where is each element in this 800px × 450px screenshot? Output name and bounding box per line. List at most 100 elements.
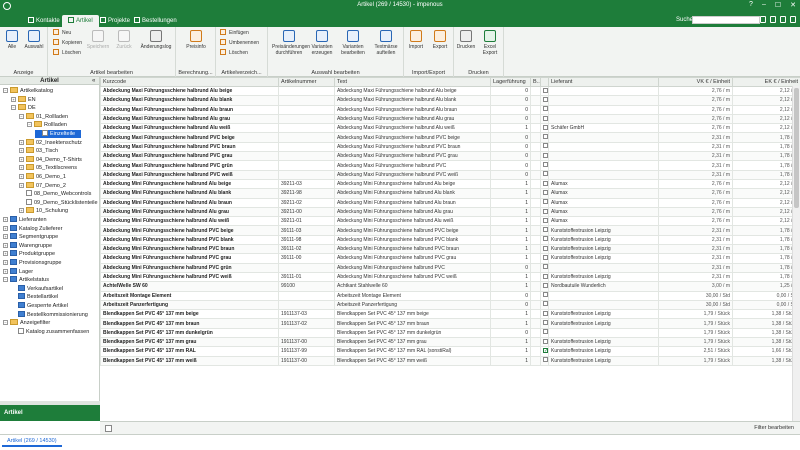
table-row[interactable]: Abdeckung Maxi Führungsschiene halbrund …	[100, 95, 800, 106]
collapse-panel-icon[interactable]: «	[92, 77, 95, 85]
row-checkbox[interactable]	[543, 152, 548, 158]
tree-node[interactable]: − Anzeigefilter	[3, 319, 50, 327]
speichern-button[interactable]: Speichern	[84, 30, 112, 50]
table-row[interactable]: Abdeckung Mini Führungsschiene halbrund …	[100, 178, 800, 190]
mail-icon[interactable]	[780, 16, 786, 23]
expand-icon[interactable]: +	[3, 234, 8, 240]
table-row[interactable]: Abdeckung Mini Führungsschiene halbrund …	[100, 225, 800, 236]
tree-node[interactable]: Bestellkommissionierung	[11, 310, 88, 319]
table-row[interactable]: Abdeckung Maxi Führungsschiene halbrund …	[100, 104, 800, 115]
tree-node[interactable]: Verkaufsartikel	[11, 284, 63, 293]
row-checkbox[interactable]	[543, 348, 548, 354]
minimize-button[interactable]: –	[762, 1, 766, 9]
row-checkbox[interactable]	[543, 329, 548, 335]
tree-node[interactable]: +06_Demo_1	[19, 173, 66, 181]
close-button[interactable]: ✕	[790, 1, 796, 9]
tab-bestellungen[interactable]: Bestellungen	[128, 15, 183, 27]
table-row[interactable]: Blendkappen Set PVC 45° 137 mm RAL 191113…	[100, 346, 800, 357]
tree-node[interactable]: + Provisionsgruppe	[3, 259, 62, 267]
loeschen-button[interactable]: Löschen	[53, 49, 81, 58]
tree-node[interactable]: Katalog zusammenfassen	[11, 327, 89, 336]
row-checkbox[interactable]	[543, 217, 548, 223]
varianten-erzeugen-button[interactable]: Varianten erzeugen	[308, 30, 336, 56]
table-row[interactable]: Blendkappen Set PVC 45° 137 mm weiß 19111…	[100, 355, 800, 366]
neu-button[interactable]: Neu	[53, 29, 71, 38]
drucken-button[interactable]: Drucken	[454, 30, 478, 50]
tree-node[interactable]: + EN	[11, 95, 36, 104]
column-header-lagerfuehrung[interactable]: Lagerführung	[490, 77, 531, 87]
tree-node[interactable]: +04_Demo_T-Shirts	[19, 155, 82, 164]
table-row[interactable]: Blendkappen Set PVC 45° 137 mm dunkelgrü…	[100, 327, 800, 339]
tree-node[interactable]: +05_Textilscreens	[19, 164, 77, 172]
document-tab-artikel[interactable]: Artikel (269 / 14530)	[2, 437, 62, 447]
table-row[interactable]: Blendkappen Set PVC 45° 137 mm grau 19111…	[100, 336, 800, 348]
row-checkbox[interactable]	[543, 171, 548, 177]
table-row[interactable]: AchtelWelle SW 60 99100 Achtkant Stahlwell…	[100, 281, 800, 292]
zurueck-button[interactable]: Zurück	[110, 30, 138, 50]
table-row[interactable]: Blendkappen Set PVC 45° 137 mm beige 1911…	[100, 309, 800, 320]
table-row[interactable]: Abdeckung Mini Führungsschiene halbrund …	[100, 262, 800, 273]
row-checkbox[interactable]	[543, 143, 548, 149]
tree-node[interactable]: − 01_Rollladen	[19, 112, 68, 121]
help-icon[interactable]: ?	[749, 1, 753, 9]
column-header-b[interactable]: B..	[530, 77, 541, 87]
settings-icon[interactable]	[790, 16, 796, 23]
row-checkbox[interactable]	[543, 282, 548, 288]
expand-icon[interactable]: +	[19, 208, 24, 214]
scrollbar-thumb[interactable]	[794, 88, 799, 208]
column-header-kurzcode[interactable]: Kurzcode	[100, 77, 279, 87]
maximize-button[interactable]: ☐	[775, 1, 781, 9]
expand-icon[interactable]: +	[3, 268, 8, 274]
table-row[interactable]: Abdeckung Mini Führungsschiene halbrund …	[100, 253, 800, 264]
preisaenderungen-button[interactable]: Preisänderungen durchführen	[272, 30, 310, 56]
row-checkbox[interactable]	[543, 115, 548, 121]
tree-node[interactable]: − DE	[11, 104, 36, 112]
excel-export-button[interactable]: Excel Export	[478, 30, 502, 56]
row-checkbox[interactable]	[543, 189, 548, 195]
left-panel-footer[interactable]: Artikel	[0, 405, 100, 421]
row-checkbox[interactable]	[543, 106, 548, 112]
row-checkbox[interactable]	[543, 338, 548, 344]
filter-checkbox[interactable]	[105, 425, 112, 432]
row-checkbox[interactable]	[543, 124, 548, 130]
expand-icon[interactable]: +	[19, 174, 24, 179]
tree-node[interactable]: + Produktgruppe	[3, 250, 55, 258]
table-row[interactable]: Abdeckung Maxi Führungsschiene halbrund …	[100, 132, 800, 143]
column-header-vk[interactable]: VK € / Einheit	[658, 77, 733, 87]
tree-node[interactable]: − Artikelstatus	[3, 276, 49, 284]
row-checkbox[interactable]	[543, 87, 548, 93]
collapse-icon[interactable]: −	[11, 105, 16, 111]
expand-icon[interactable]: +	[3, 251, 8, 257]
kopieren-button[interactable]: Kopieren	[53, 39, 82, 48]
einfuegen-button[interactable]: Einfügen	[220, 29, 249, 38]
table-row[interactable]: Abdeckung Mini Führungsschiene halbrund …	[100, 271, 800, 283]
row-checkbox[interactable]	[543, 320, 548, 326]
table-row[interactable]: Abdeckung Maxi Führungsschiene halbrund …	[100, 113, 800, 125]
export-button[interactable]: Export	[428, 30, 452, 50]
expand-icon[interactable]: +	[3, 225, 8, 231]
table-row[interactable]: Blendkappen Set PVC 45° 137 mm braun 1911…	[100, 318, 800, 329]
tree-node[interactable]: Einzelteile	[35, 130, 82, 138]
tab-kontakte[interactable]: Kontakte	[22, 15, 66, 27]
row-checkbox[interactable]	[543, 292, 548, 298]
column-header-check[interactable]	[540, 77, 549, 87]
expand-icon[interactable]: +	[3, 217, 8, 222]
row-checkbox[interactable]	[543, 199, 548, 205]
euro-icon[interactable]	[770, 16, 776, 23]
table-row[interactable]: Abdeckung Mini Führungsschiene halbrund …	[100, 234, 800, 246]
tree-node[interactable]: + Katalog Zulieferer	[3, 224, 62, 233]
table-row[interactable]: Arbeitszeit Montage Element Arbeitszeit M…	[100, 290, 800, 301]
tree-node[interactable]: − Rollladen	[27, 121, 67, 129]
row-checkbox[interactable]	[543, 96, 548, 102]
tree-node[interactable]: +03_Tisch	[19, 147, 58, 155]
row-checkbox[interactable]	[543, 245, 548, 251]
tree-node[interactable]: 08_Demo_Webcontrols	[19, 190, 91, 198]
verzeichnis-loeschen-button[interactable]: Löschen	[220, 49, 248, 58]
auswahl-button[interactable]: Auswahl	[20, 30, 48, 50]
tree-node[interactable]: +10_Schulung	[19, 207, 68, 215]
column-header-ek[interactable]: EK € / Einheit	[732, 77, 800, 87]
tree-node[interactable]: + Segmentgruppe	[3, 233, 58, 241]
column-header-lieferant[interactable]: Lieferant	[548, 77, 659, 87]
row-checkbox[interactable]	[543, 254, 548, 260]
tree-node[interactable]: + Lieferanten	[3, 216, 47, 224]
